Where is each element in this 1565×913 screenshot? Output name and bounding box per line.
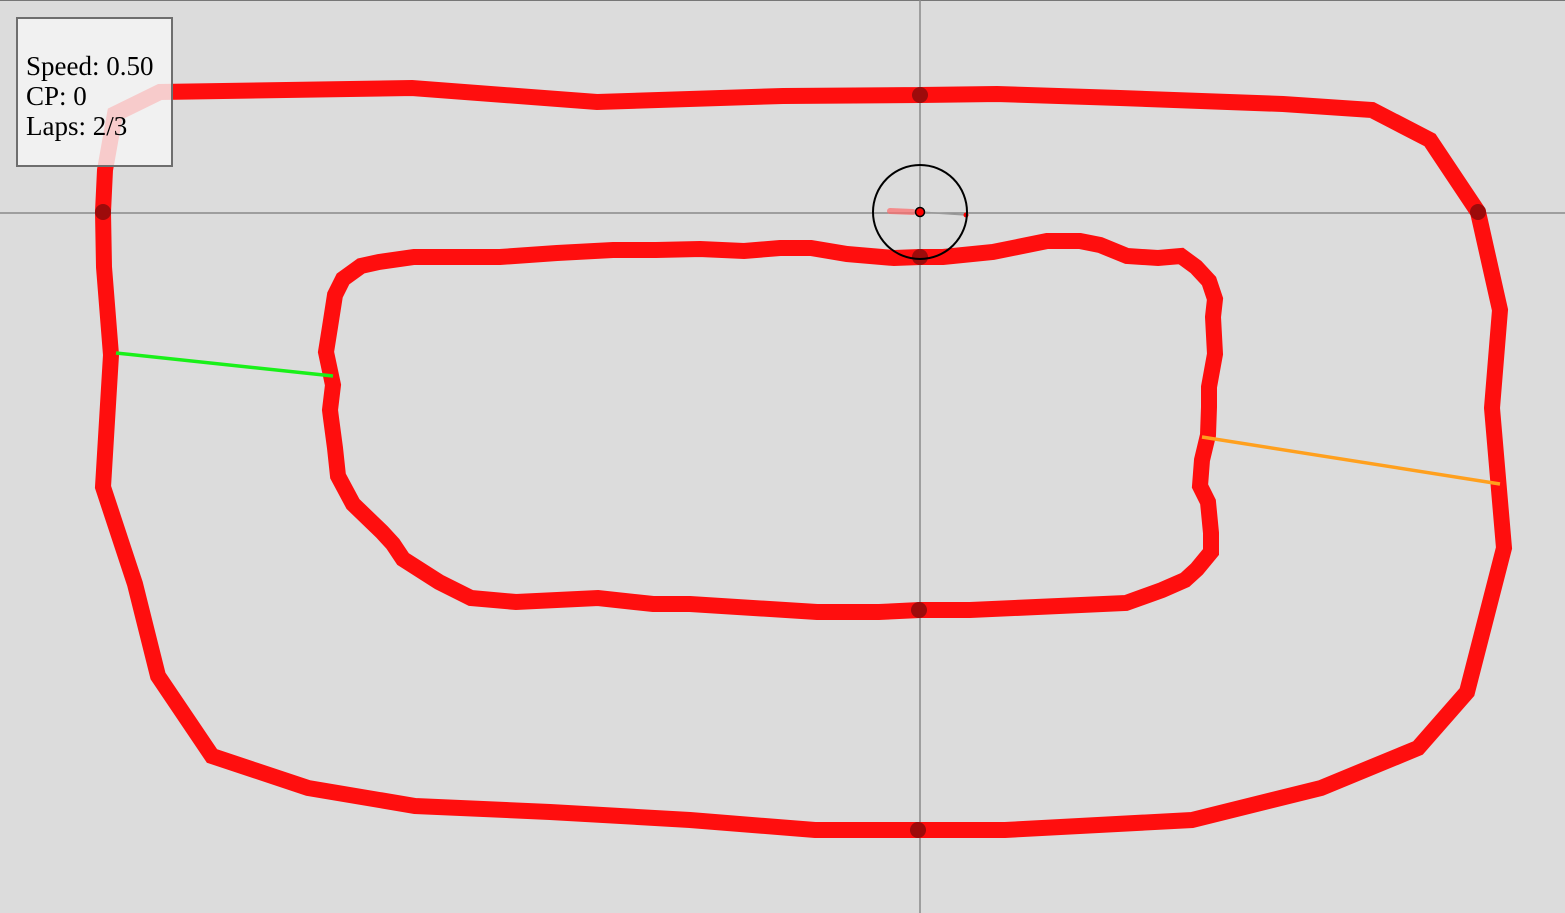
laps-readout: Laps: 2/3	[26, 111, 171, 141]
outer-track-boundary	[94, 79, 1513, 838]
checkpoint-readout: CP: 0	[26, 81, 171, 111]
track-node-icon	[910, 822, 926, 838]
checkpoint-line-current	[115, 351, 334, 378]
speed-readout: Speed: 0.50	[26, 51, 171, 81]
laps-label: Laps:	[26, 111, 86, 141]
car-body	[914, 206, 926, 218]
race-track-canvas	[0, 0, 1565, 913]
laps-value: 2/3	[92, 111, 128, 141]
track-node-icon	[95, 204, 111, 220]
checkpoint-line-next	[1201, 435, 1501, 486]
checkpoint-value: 0	[73, 81, 87, 111]
track-node-icon	[911, 602, 927, 618]
car-trail	[887, 208, 916, 215]
speed-label: Speed:	[26, 51, 100, 81]
track-node-icon	[1470, 204, 1486, 220]
checkpoint-label: CP:	[26, 81, 67, 111]
track-node-icon	[912, 87, 928, 103]
inner-track-boundary	[317, 233, 1224, 620]
hud-panel: Speed: 0.50 CP: 0 Laps: 2/3	[16, 17, 173, 167]
track-node-icon	[912, 249, 928, 265]
speed-value: 0.50	[106, 51, 154, 81]
game-stage: Speed: 0.50 CP: 0 Laps: 2/3	[0, 0, 1565, 913]
